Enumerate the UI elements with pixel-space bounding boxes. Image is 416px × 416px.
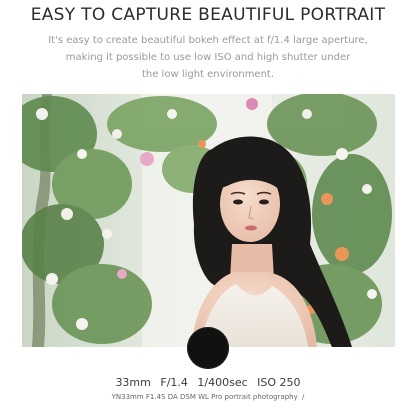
caption-separator: / xyxy=(302,393,305,401)
caption-category: portrait photography xyxy=(224,393,298,401)
shot-specs: 33mm F/1.4 1/400sec ISO 250 xyxy=(0,376,416,389)
spec-focal-length: 33mm xyxy=(115,376,151,389)
portrait-photo xyxy=(22,94,395,347)
description-line-1: It's easy to create beautiful bokeh effe… xyxy=(48,35,368,46)
spec-aperture: F/1.4 xyxy=(160,376,188,389)
spec-iso: ISO 250 xyxy=(257,376,301,389)
description-line-2: making it possible to use low ISO and hi… xyxy=(65,52,351,63)
description-line-3: the low light environment. xyxy=(141,69,275,80)
portrait-illustration xyxy=(22,94,395,347)
caption-lens: YN33mm F1.4S DA DSM WL Pro xyxy=(111,393,223,401)
spec-shutter: 1/400sec xyxy=(197,376,248,389)
lens-badge xyxy=(187,327,229,369)
page-title: EASY TO CAPTURE BEAUTIFUL PORTRAIT xyxy=(30,5,386,25)
description: It's easy to create beautiful bokeh effe… xyxy=(30,32,386,83)
photo-caption: YN33mm F1.4S DA DSM WL Pro portrait phot… xyxy=(0,393,416,401)
